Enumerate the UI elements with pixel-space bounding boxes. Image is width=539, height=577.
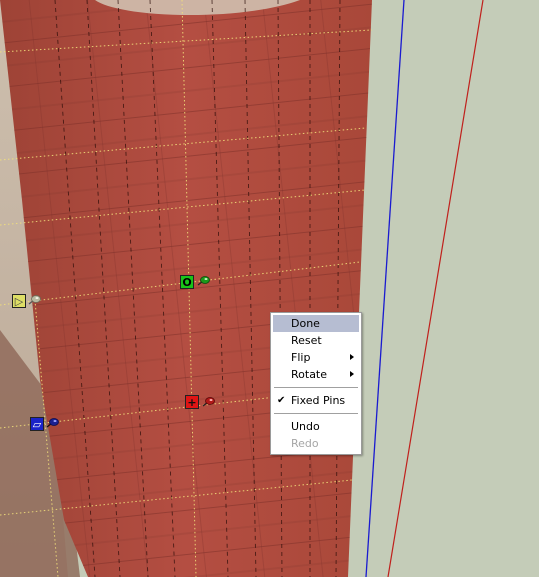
menu-item-redo: Redo <box>273 435 359 452</box>
scale-pin-handle[interactable]: O <box>180 275 194 289</box>
shear-pin-handle[interactable]: ▷ <box>12 294 26 308</box>
distort-pin-handle[interactable]: ▱ <box>30 417 44 431</box>
menu-item-rotate[interactable]: Rotate <box>273 366 359 383</box>
3d-viewport[interactable] <box>0 0 539 577</box>
shear-pin-icon: ▷ <box>14 294 24 308</box>
menu-item-fixed-pins-label: Fixed Pins <box>291 394 346 407</box>
menu-item-fixed-pins[interactable]: ✔ Fixed Pins <box>273 392 359 409</box>
menu-item-redo-label: Redo <box>291 437 319 450</box>
context-menu: Done Reset Flip Rotate ✔ Fixed Pins Undo… <box>270 312 362 455</box>
distort-pin-icon: ▱ <box>32 417 42 431</box>
menu-item-flip-label: Flip <box>291 351 311 364</box>
submenu-arrow-icon <box>350 354 354 360</box>
menu-item-reset-label: Reset <box>291 334 322 347</box>
menu-separator <box>274 413 358 414</box>
menu-item-flip[interactable]: Flip <box>273 349 359 366</box>
move-pin-handle[interactable]: + <box>185 395 199 409</box>
menu-item-done-label: Done <box>291 317 320 330</box>
submenu-arrow-icon <box>350 371 354 377</box>
menu-item-undo-label: Undo <box>291 420 320 433</box>
menu-item-done[interactable]: Done <box>273 315 359 332</box>
menu-item-undo[interactable]: Undo <box>273 418 359 435</box>
move-pin-icon: + <box>187 395 197 409</box>
scale-pin-icon: O <box>182 275 192 289</box>
menu-item-rotate-label: Rotate <box>291 368 328 381</box>
checkmark-icon: ✔ <box>277 395 286 406</box>
menu-item-reset[interactable]: Reset <box>273 332 359 349</box>
menu-separator <box>274 387 358 388</box>
